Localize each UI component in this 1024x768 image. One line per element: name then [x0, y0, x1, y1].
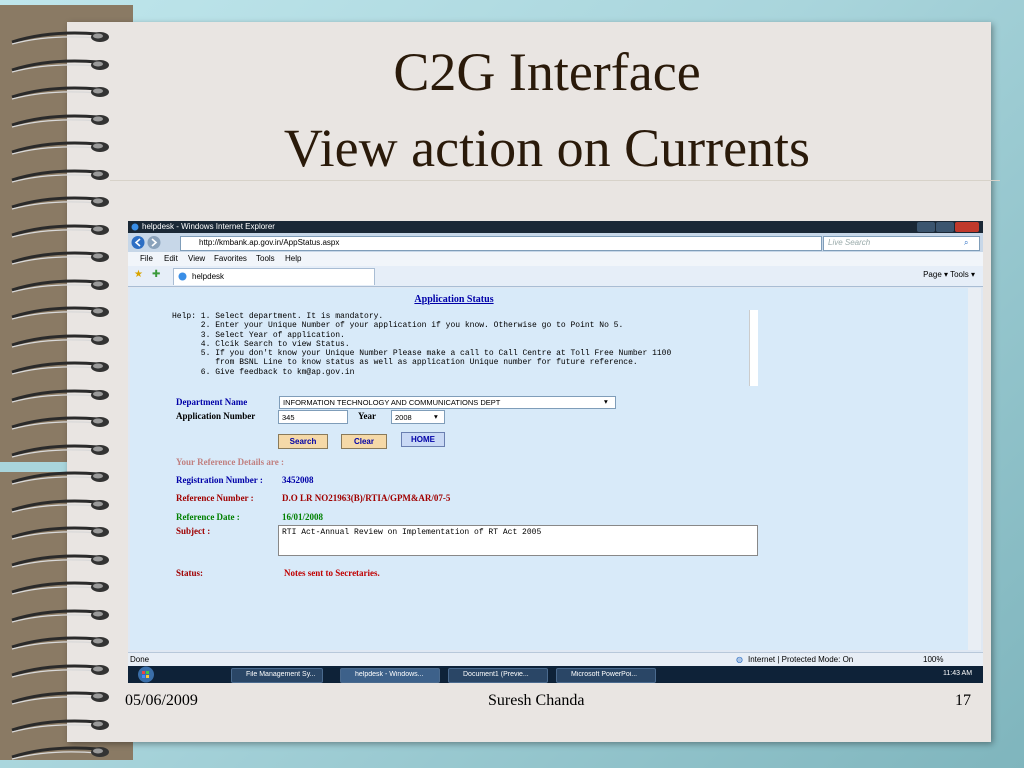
live-search-input[interactable]: Live Search ⌕: [823, 236, 980, 251]
taskbar-file-management[interactable]: File Management Sy...: [231, 668, 323, 683]
dept-label: Department Name: [176, 397, 248, 407]
spiral-ring: [11, 636, 109, 650]
ref-details-header: Your Reference Details are :: [176, 457, 284, 467]
registration-value: 3452008: [282, 475, 314, 485]
taskbar-helpdesk[interactable]: helpdesk - Windows...: [340, 668, 440, 683]
reference-date-value: 16/01/2008: [282, 512, 324, 522]
windows-taskbar: File Management Sy... helpdesk - Windows…: [128, 666, 983, 683]
taskbar-powerpoint[interactable]: Microsoft PowerPoi...: [556, 668, 656, 683]
appno-value: 345: [282, 413, 295, 422]
browser-window: helpdesk - Windows Internet Explorer htt…: [128, 221, 983, 683]
spiral-ring: [11, 664, 109, 678]
search-icon[interactable]: ⌕: [964, 238, 968, 248]
spiral-ring: [11, 554, 109, 568]
spiral-ring: [11, 471, 109, 485]
registration-label: Registration Number :: [176, 475, 263, 485]
spiral-ring: [11, 361, 109, 375]
tab-helpdesk[interactable]: helpdesk: [173, 268, 375, 285]
spiral-ring: [11, 444, 109, 458]
chevron-down-icon: ▾: [434, 412, 438, 421]
application-number-input[interactable]: 345: [278, 410, 348, 424]
status-bar: Done ◍ Internet | Protected Mode: On 100…: [128, 652, 983, 667]
ie-page-icon: [178, 272, 187, 281]
address-input[interactable]: http://kmbank.ap.gov.in/AppStatus.aspx: [180, 236, 822, 251]
taskbar-clock: 11:43 AM: [943, 670, 973, 677]
year-select[interactable]: 2008 ▾: [391, 410, 445, 424]
maximize-button[interactable]: [936, 222, 954, 232]
status-label: Status:: [176, 568, 204, 578]
spiral-ring: [11, 389, 109, 403]
clear-button[interactable]: Clear: [341, 434, 387, 449]
appno-label: Application Number: [176, 411, 256, 421]
department-select[interactable]: INFORMATION TECHNOLOGY AND COMMUNICATION…: [279, 396, 616, 409]
menu-bar: File Edit View Favorites Tools Help: [128, 252, 983, 266]
browser-titlebar: helpdesk - Windows Internet Explorer: [128, 221, 983, 233]
address-bar-row: http://kmbank.ap.gov.in/AppStatus.aspx L…: [128, 233, 983, 252]
slide-title-line1: C2G Interface: [393, 42, 701, 102]
chevron-down-icon: ▾: [604, 397, 608, 406]
spiral-ring: [11, 224, 109, 238]
spiral-ring: [11, 609, 109, 623]
page-heading: Application Status: [414, 294, 494, 305]
status-value: Notes sent to Secretaries.: [284, 568, 380, 578]
search-button[interactable]: Search: [278, 434, 328, 449]
zoom-level[interactable]: 100%: [923, 655, 943, 664]
footer-author: Suresh Chanda: [488, 692, 585, 709]
year-value: 2008: [395, 413, 412, 422]
menu-file[interactable]: File: [140, 254, 153, 263]
help-scrollbar[interactable]: [749, 310, 758, 386]
search-placeholder: Live Search: [828, 238, 871, 247]
reference-number-value: D.O LR NO21963(B)/RTIA/GPM&AR/07-5: [282, 493, 451, 503]
back-forward-icon[interactable]: [131, 235, 163, 250]
title-divider: [110, 180, 1000, 181]
spiral-ring: [11, 691, 109, 705]
security-zone: Internet | Protected Mode: On: [748, 655, 854, 664]
tab-label: helpdesk: [192, 272, 225, 281]
spiral-ring: [11, 526, 109, 540]
url-text: http://kmbank.ap.gov.in/AppStatus.aspx: [199, 238, 340, 247]
menu-favorites[interactable]: Favorites: [214, 254, 247, 263]
menu-edit[interactable]: Edit: [164, 254, 178, 263]
start-button-icon[interactable]: [134, 666, 158, 683]
close-button[interactable]: [955, 222, 979, 232]
favorites-star-icon[interactable]: ★: [134, 269, 143, 280]
spiral-ring: [11, 306, 109, 320]
window-controls: [917, 222, 979, 232]
menu-tools[interactable]: Tools: [256, 254, 275, 263]
subject-label: Subject :: [176, 526, 211, 536]
ie-logo-icon: [131, 223, 139, 231]
menu-help[interactable]: Help: [285, 254, 301, 263]
window-title: helpdesk - Windows Internet Explorer: [142, 222, 275, 231]
year-label: Year: [358, 411, 376, 421]
minimize-button[interactable]: [917, 222, 935, 232]
page-scrollbar[interactable]: [968, 288, 981, 650]
menu-view[interactable]: View: [188, 254, 205, 263]
status-done: Done: [130, 655, 150, 664]
help-text: Help: 1. Select department. It is mandat…: [172, 312, 672, 377]
footer-page-number: 17: [955, 692, 971, 709]
slide-title-line2: View action on Currents: [283, 118, 811, 178]
spiral-ring: [11, 334, 109, 348]
spiral-ring: [11, 251, 109, 265]
taskbar-document1[interactable]: Document1 (Previe...: [448, 668, 548, 683]
spiral-ring: [11, 279, 109, 293]
spiral-ring: [11, 416, 109, 430]
spiral-ring: [11, 719, 109, 733]
tab-bar: ★ ✚ helpdesk Page ▾ Tools ▾: [128, 266, 983, 287]
footer-date: 05/06/2009: [125, 692, 198, 709]
subject-value: RTI Act-Annual Review on Implementation …: [282, 528, 542, 537]
spiral-ring: [11, 581, 109, 595]
subject-textarea[interactable]: RTI Act-Annual Review on Implementation …: [278, 525, 758, 556]
reference-date-label: Reference Date :: [176, 512, 240, 522]
page-tools-menu[interactable]: Page ▾ Tools ▾: [923, 270, 975, 279]
spiral-ring: [11, 196, 109, 210]
spiral-ring: [11, 746, 109, 760]
globe-icon: ◍: [736, 655, 743, 664]
home-button[interactable]: HOME: [401, 432, 445, 447]
page-content: Application Status Help: 1. Select depar…: [130, 288, 968, 650]
add-favorite-icon[interactable]: ✚: [152, 269, 160, 280]
spiral-ring: [11, 499, 109, 513]
reference-number-label: Reference Number :: [176, 493, 254, 503]
dept-value: INFORMATION TECHNOLOGY AND COMMUNICATION…: [283, 398, 501, 407]
